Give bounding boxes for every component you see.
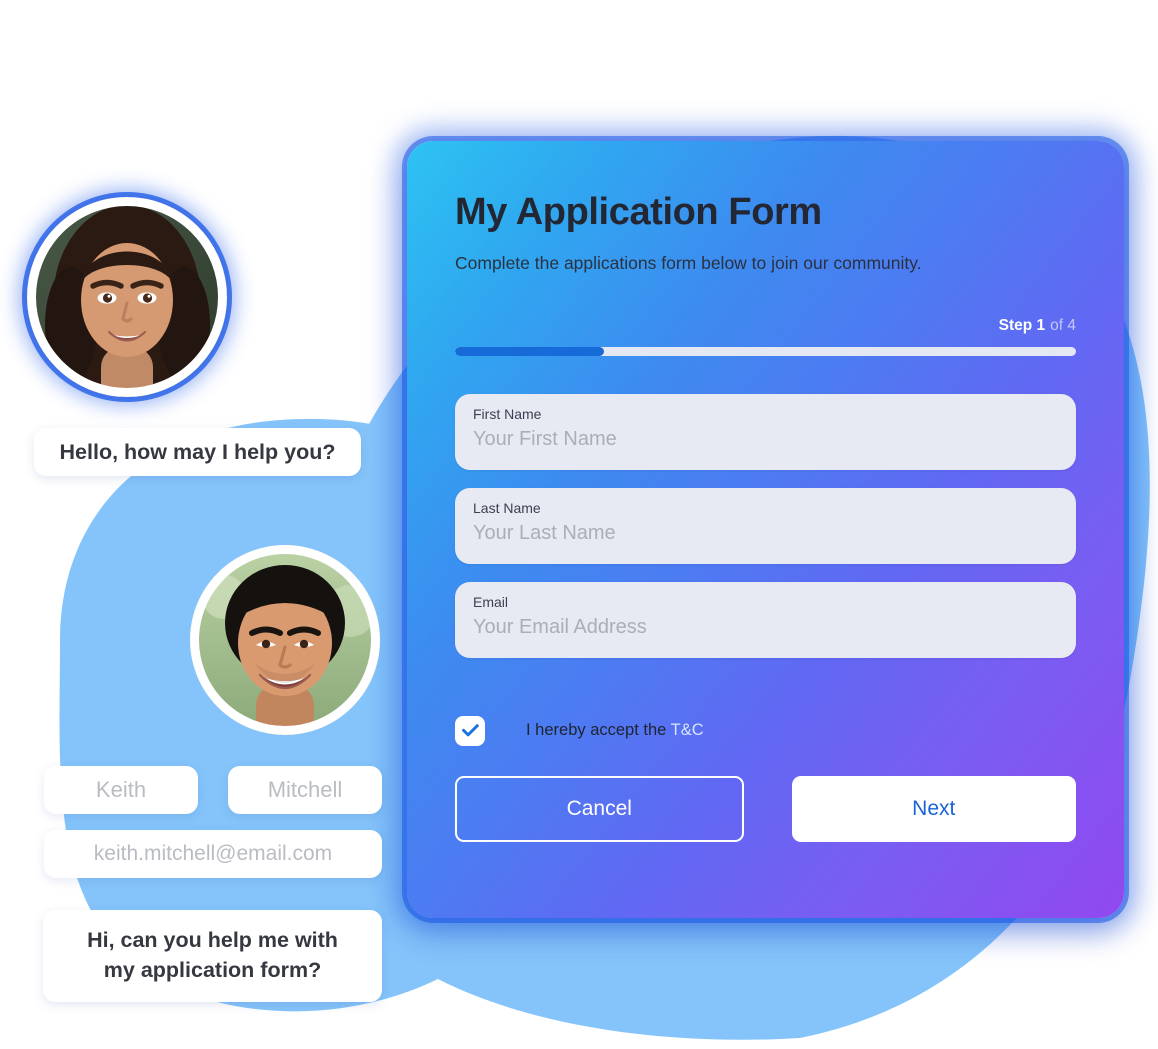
page-title: My Application Form: [455, 191, 822, 233]
progress-bar: [455, 346, 1076, 356]
progress-bar-fill: [455, 346, 605, 356]
user-avatar-photo: [190, 545, 380, 735]
user-message-line-2: my application form?: [103, 958, 322, 982]
illustration-stage: My Application Form Complete the applica…: [0, 0, 1158, 1049]
step-total-label: of 4: [1050, 316, 1076, 334]
form-fields: First Name Your First Name Last Name You…: [455, 393, 1076, 658]
next-button[interactable]: Next: [791, 775, 1076, 842]
chat-first-name-pill[interactable]: Keith: [44, 766, 198, 814]
step-current-label: Step 1: [998, 316, 1046, 334]
cancel-button[interactable]: Cancel: [455, 775, 744, 842]
application-form-card: My Application Form Complete the applica…: [407, 141, 1124, 918]
chat-email-pill[interactable]: keith.mitchell@email.com: [44, 830, 382, 878]
last-name-input[interactable]: Your Last Name: [473, 522, 1058, 545]
last-name-label: Last Name: [473, 499, 541, 516]
checkmark-icon: [461, 724, 479, 737]
agent-avatar: [27, 197, 227, 397]
first-name-field[interactable]: First Name Your First Name: [455, 393, 1076, 470]
step-indicator: Step 1 of 4: [455, 317, 1076, 335]
first-name-label: First Name: [473, 405, 542, 422]
terms-text: I hereby accept the: [526, 721, 667, 740]
form-actions: Cancel Next: [455, 775, 1076, 842]
agent-avatar-photo: [27, 197, 227, 397]
email-label: Email: [473, 593, 509, 610]
user-avatar: [190, 545, 380, 735]
email-field[interactable]: Email Your Email Address: [455, 581, 1076, 658]
first-name-input[interactable]: Your First Name: [473, 428, 1058, 451]
email-input[interactable]: Your Email Address: [473, 616, 1058, 639]
chat-last-name-pill[interactable]: Mitchell: [228, 766, 382, 814]
page-subtitle: Complete the applications form below to …: [455, 252, 922, 273]
agent-message-bubble: Hello, how may I help you?: [34, 428, 361, 476]
terms-label: I hereby accept the T&C: [526, 721, 704, 740]
last-name-field[interactable]: Last Name Your Last Name: [455, 487, 1076, 564]
user-message-line-1: Hi, can you help me with: [87, 928, 338, 953]
terms-checkbox[interactable]: [455, 715, 485, 746]
terms-link[interactable]: T&C: [671, 721, 704, 739]
user-message-bubble: Hi, can you help me with my application …: [43, 910, 382, 1002]
terms-row: I hereby accept the T&C: [455, 715, 1076, 746]
